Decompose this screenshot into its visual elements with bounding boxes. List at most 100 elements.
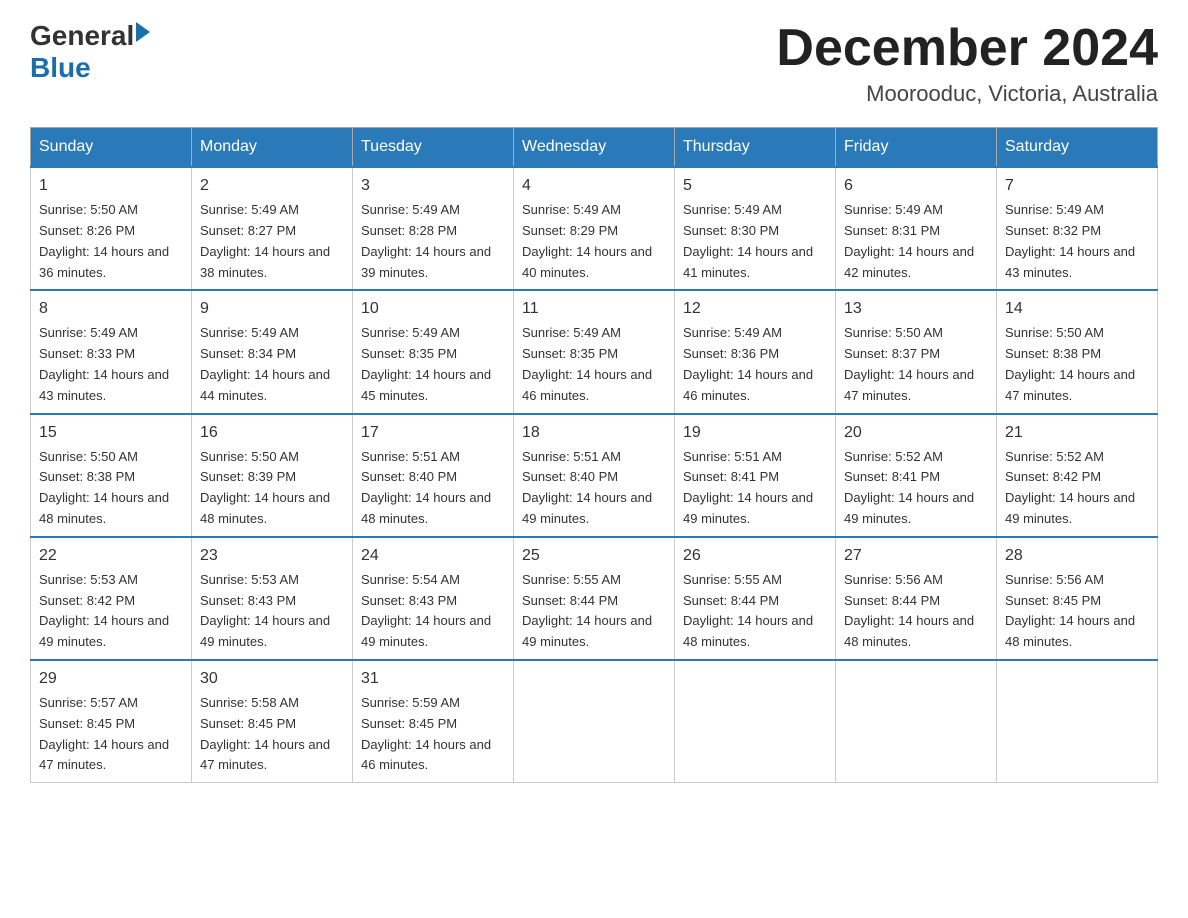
- calendar-cell: 29Sunrise: 5:57 AMSunset: 8:45 PMDayligh…: [31, 660, 192, 783]
- day-number: 13: [844, 297, 988, 321]
- day-info: Sunrise: 5:55 AMSunset: 8:44 PMDaylight:…: [522, 570, 666, 653]
- calendar-cell: 12Sunrise: 5:49 AMSunset: 8:36 PMDayligh…: [675, 290, 836, 413]
- calendar-cell: [836, 660, 997, 783]
- logo-arrow-icon: [136, 22, 150, 42]
- calendar-header-row: Sunday Monday Tuesday Wednesday Thursday…: [31, 128, 1158, 168]
- day-info: Sunrise: 5:59 AMSunset: 8:45 PMDaylight:…: [361, 693, 505, 776]
- col-monday: Monday: [192, 128, 353, 168]
- calendar-cell: 27Sunrise: 5:56 AMSunset: 8:44 PMDayligh…: [836, 537, 997, 660]
- calendar-week-row: 29Sunrise: 5:57 AMSunset: 8:45 PMDayligh…: [31, 660, 1158, 783]
- day-number: 20: [844, 421, 988, 445]
- day-info: Sunrise: 5:55 AMSunset: 8:44 PMDaylight:…: [683, 570, 827, 653]
- calendar-cell: 23Sunrise: 5:53 AMSunset: 8:43 PMDayligh…: [192, 537, 353, 660]
- day-info: Sunrise: 5:49 AMSunset: 8:31 PMDaylight:…: [844, 200, 988, 283]
- calendar-cell: 5Sunrise: 5:49 AMSunset: 8:30 PMDaylight…: [675, 167, 836, 290]
- day-info: Sunrise: 5:49 AMSunset: 8:28 PMDaylight:…: [361, 200, 505, 283]
- col-sunday: Sunday: [31, 128, 192, 168]
- day-number: 16: [200, 421, 344, 445]
- day-info: Sunrise: 5:56 AMSunset: 8:45 PMDaylight:…: [1005, 570, 1149, 653]
- day-number: 17: [361, 421, 505, 445]
- day-number: 5: [683, 174, 827, 198]
- day-number: 19: [683, 421, 827, 445]
- day-info: Sunrise: 5:49 AMSunset: 8:27 PMDaylight:…: [200, 200, 344, 283]
- day-info: Sunrise: 5:58 AMSunset: 8:45 PMDaylight:…: [200, 693, 344, 776]
- calendar-cell: 13Sunrise: 5:50 AMSunset: 8:37 PMDayligh…: [836, 290, 997, 413]
- calendar-cell: 15Sunrise: 5:50 AMSunset: 8:38 PMDayligh…: [31, 414, 192, 537]
- calendar-cell: 31Sunrise: 5:59 AMSunset: 8:45 PMDayligh…: [353, 660, 514, 783]
- calendar-cell: 30Sunrise: 5:58 AMSunset: 8:45 PMDayligh…: [192, 660, 353, 783]
- day-number: 14: [1005, 297, 1149, 321]
- day-info: Sunrise: 5:50 AMSunset: 8:39 PMDaylight:…: [200, 447, 344, 530]
- col-friday: Friday: [836, 128, 997, 168]
- page-header: General Blue December 2024 Moorooduc, Vi…: [30, 20, 1158, 107]
- day-info: Sunrise: 5:57 AMSunset: 8:45 PMDaylight:…: [39, 693, 183, 776]
- day-number: 11: [522, 297, 666, 321]
- calendar-cell: 26Sunrise: 5:55 AMSunset: 8:44 PMDayligh…: [675, 537, 836, 660]
- calendar-cell: 28Sunrise: 5:56 AMSunset: 8:45 PMDayligh…: [997, 537, 1158, 660]
- calendar-cell: 25Sunrise: 5:55 AMSunset: 8:44 PMDayligh…: [514, 537, 675, 660]
- day-info: Sunrise: 5:49 AMSunset: 8:35 PMDaylight:…: [361, 323, 505, 406]
- calendar-week-row: 8Sunrise: 5:49 AMSunset: 8:33 PMDaylight…: [31, 290, 1158, 413]
- day-info: Sunrise: 5:49 AMSunset: 8:29 PMDaylight:…: [522, 200, 666, 283]
- day-number: 6: [844, 174, 988, 198]
- title-section: December 2024 Moorooduc, Victoria, Austr…: [776, 20, 1158, 107]
- day-number: 4: [522, 174, 666, 198]
- day-number: 30: [200, 667, 344, 691]
- location-subtitle: Moorooduc, Victoria, Australia: [776, 81, 1158, 107]
- day-number: 29: [39, 667, 183, 691]
- calendar-week-row: 22Sunrise: 5:53 AMSunset: 8:42 PMDayligh…: [31, 537, 1158, 660]
- calendar-cell: 9Sunrise: 5:49 AMSunset: 8:34 PMDaylight…: [192, 290, 353, 413]
- calendar-table: Sunday Monday Tuesday Wednesday Thursday…: [30, 127, 1158, 783]
- calendar-cell: 1Sunrise: 5:50 AMSunset: 8:26 PMDaylight…: [31, 167, 192, 290]
- day-number: 12: [683, 297, 827, 321]
- day-info: Sunrise: 5:51 AMSunset: 8:40 PMDaylight:…: [361, 447, 505, 530]
- calendar-cell: 17Sunrise: 5:51 AMSunset: 8:40 PMDayligh…: [353, 414, 514, 537]
- day-info: Sunrise: 5:49 AMSunset: 8:32 PMDaylight:…: [1005, 200, 1149, 283]
- day-number: 2: [200, 174, 344, 198]
- day-info: Sunrise: 5:53 AMSunset: 8:43 PMDaylight:…: [200, 570, 344, 653]
- col-wednesday: Wednesday: [514, 128, 675, 168]
- col-tuesday: Tuesday: [353, 128, 514, 168]
- day-info: Sunrise: 5:51 AMSunset: 8:40 PMDaylight:…: [522, 447, 666, 530]
- day-info: Sunrise: 5:56 AMSunset: 8:44 PMDaylight:…: [844, 570, 988, 653]
- day-info: Sunrise: 5:50 AMSunset: 8:37 PMDaylight:…: [844, 323, 988, 406]
- day-number: 31: [361, 667, 505, 691]
- calendar-cell: 10Sunrise: 5:49 AMSunset: 8:35 PMDayligh…: [353, 290, 514, 413]
- calendar-cell: 19Sunrise: 5:51 AMSunset: 8:41 PMDayligh…: [675, 414, 836, 537]
- day-info: Sunrise: 5:52 AMSunset: 8:42 PMDaylight:…: [1005, 447, 1149, 530]
- day-info: Sunrise: 5:54 AMSunset: 8:43 PMDaylight:…: [361, 570, 505, 653]
- calendar-cell: 6Sunrise: 5:49 AMSunset: 8:31 PMDaylight…: [836, 167, 997, 290]
- day-number: 7: [1005, 174, 1149, 198]
- calendar-cell: 20Sunrise: 5:52 AMSunset: 8:41 PMDayligh…: [836, 414, 997, 537]
- day-info: Sunrise: 5:49 AMSunset: 8:30 PMDaylight:…: [683, 200, 827, 283]
- day-info: Sunrise: 5:53 AMSunset: 8:42 PMDaylight:…: [39, 570, 183, 653]
- logo-blue-text: Blue: [30, 52, 91, 84]
- day-info: Sunrise: 5:50 AMSunset: 8:38 PMDaylight:…: [39, 447, 183, 530]
- day-info: Sunrise: 5:49 AMSunset: 8:36 PMDaylight:…: [683, 323, 827, 406]
- logo-general-text: General: [30, 20, 134, 52]
- col-thursday: Thursday: [675, 128, 836, 168]
- calendar-cell: 3Sunrise: 5:49 AMSunset: 8:28 PMDaylight…: [353, 167, 514, 290]
- calendar-cell: [514, 660, 675, 783]
- calendar-cell: [997, 660, 1158, 783]
- calendar-cell: 18Sunrise: 5:51 AMSunset: 8:40 PMDayligh…: [514, 414, 675, 537]
- calendar-cell: 8Sunrise: 5:49 AMSunset: 8:33 PMDaylight…: [31, 290, 192, 413]
- calendar-cell: 24Sunrise: 5:54 AMSunset: 8:43 PMDayligh…: [353, 537, 514, 660]
- day-number: 24: [361, 544, 505, 568]
- day-number: 8: [39, 297, 183, 321]
- day-number: 3: [361, 174, 505, 198]
- day-info: Sunrise: 5:50 AMSunset: 8:38 PMDaylight:…: [1005, 323, 1149, 406]
- calendar-cell: 21Sunrise: 5:52 AMSunset: 8:42 PMDayligh…: [997, 414, 1158, 537]
- day-number: 22: [39, 544, 183, 568]
- day-number: 27: [844, 544, 988, 568]
- calendar-week-row: 1Sunrise: 5:50 AMSunset: 8:26 PMDaylight…: [31, 167, 1158, 290]
- logo: General Blue: [30, 20, 150, 84]
- calendar-cell: 7Sunrise: 5:49 AMSunset: 8:32 PMDaylight…: [997, 167, 1158, 290]
- day-number: 18: [522, 421, 666, 445]
- calendar-week-row: 15Sunrise: 5:50 AMSunset: 8:38 PMDayligh…: [31, 414, 1158, 537]
- day-number: 25: [522, 544, 666, 568]
- month-title: December 2024: [776, 20, 1158, 77]
- day-number: 21: [1005, 421, 1149, 445]
- day-info: Sunrise: 5:49 AMSunset: 8:34 PMDaylight:…: [200, 323, 344, 406]
- calendar-cell: 4Sunrise: 5:49 AMSunset: 8:29 PMDaylight…: [514, 167, 675, 290]
